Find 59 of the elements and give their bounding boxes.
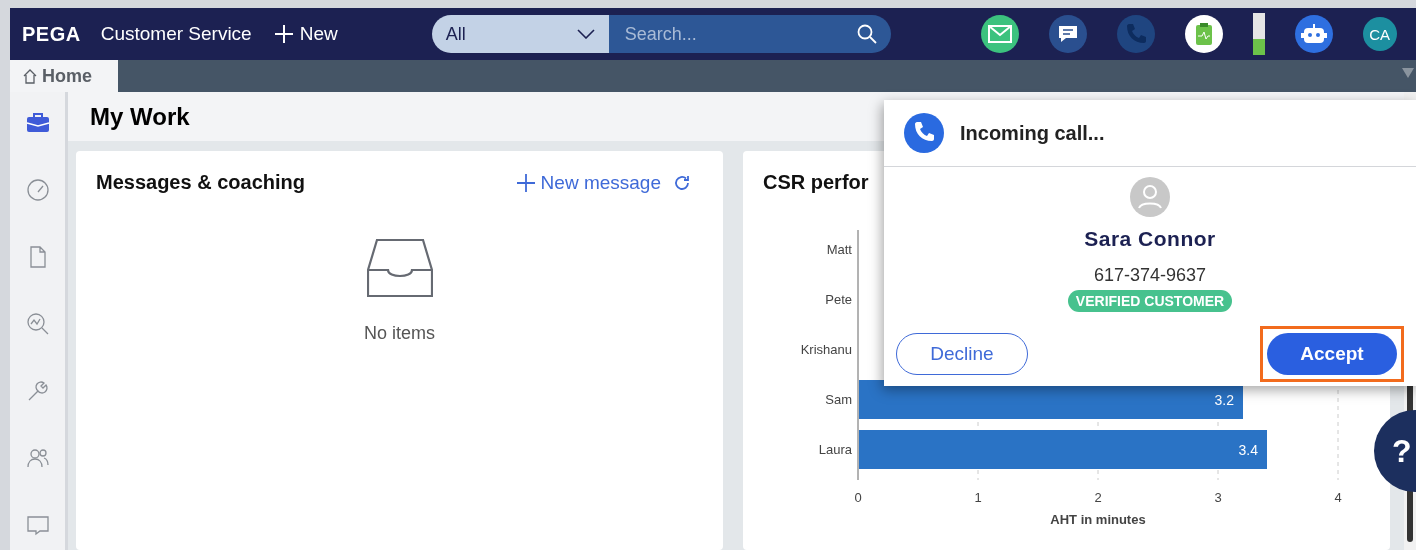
dropdown-triangle-icon[interactable] [1402, 68, 1414, 78]
decline-button[interactable]: Decline [896, 333, 1028, 375]
chat-button[interactable] [1048, 15, 1087, 53]
caller-phone: 617-374-9637 [1093, 265, 1207, 286]
new-message-link[interactable]: New message [516, 171, 661, 194]
phone-button[interactable] [1116, 15, 1155, 53]
chevron-down-icon [576, 29, 595, 39]
inbox-icon [366, 239, 433, 297]
value-label: 3.2 [1214, 391, 1234, 408]
category-label: Sam [825, 391, 852, 407]
new-button[interactable]: New [273, 23, 338, 45]
tick-label: 1 [974, 490, 982, 505]
analytics-search-icon [25, 312, 50, 336]
category-label: Matt [826, 241, 852, 257]
home-icon [22, 68, 38, 84]
accept-button[interactable]: Accept [1267, 333, 1397, 375]
verified-badge: VERIFIED CUSTOMER [1067, 290, 1233, 312]
card-title: CSR perfor [763, 171, 870, 194]
search-field[interactable]: Search... [608, 15, 891, 53]
search-scope-dropdown[interactable]: All [431, 15, 609, 53]
user-avatar[interactable]: CA [1362, 17, 1397, 51]
chat-bubble-icon [1057, 24, 1078, 44]
sidebar-item[interactable] [24, 311, 51, 337]
clipboard-icon [1194, 22, 1213, 46]
refresh-icon[interactable] [673, 173, 691, 192]
logo[interactable]: PEGA [22, 22, 81, 46]
sidebar-item[interactable] [24, 177, 51, 203]
empty-message: No items [364, 323, 435, 344]
caller-name: Sara Connor [1084, 227, 1216, 251]
app-name: Customer Service [100, 23, 252, 45]
tick-label: 2 [1094, 490, 1102, 505]
plus-icon [273, 24, 294, 44]
briefcase-icon [25, 111, 50, 135]
envelope-icon [987, 25, 1012, 43]
value-label: 3.4 [1238, 441, 1258, 458]
email-button[interactable] [980, 15, 1019, 53]
chat-icon [25, 513, 50, 537]
gauge-icon [25, 178, 50, 202]
status-button[interactable] [1184, 15, 1223, 53]
person-avatar-icon [1130, 177, 1170, 217]
search-icon [856, 24, 877, 44]
category-label: Krishanu [800, 341, 852, 357]
tick-label: 3 [1214, 490, 1222, 505]
card-title: Messages & coaching [96, 171, 305, 194]
tick-label: 0 [854, 490, 862, 505]
robot-icon [1300, 22, 1327, 46]
home-tab[interactable]: Home [10, 60, 118, 92]
page-title: My Work [90, 102, 190, 131]
plus-icon [516, 173, 535, 192]
status-bar-icon [1252, 13, 1265, 55]
axis-title: AHT in minutes [1050, 512, 1146, 527]
tick-label: 4 [1334, 490, 1342, 505]
category-label: Laura [818, 441, 852, 457]
search-input[interactable]: Search... [622, 22, 857, 46]
popup-title: Incoming call... [960, 121, 1105, 145]
category-label: Pete [825, 291, 852, 307]
assistant-button[interactable] [1294, 15, 1333, 53]
people-icon [25, 446, 50, 470]
phone-icon [904, 113, 944, 153]
